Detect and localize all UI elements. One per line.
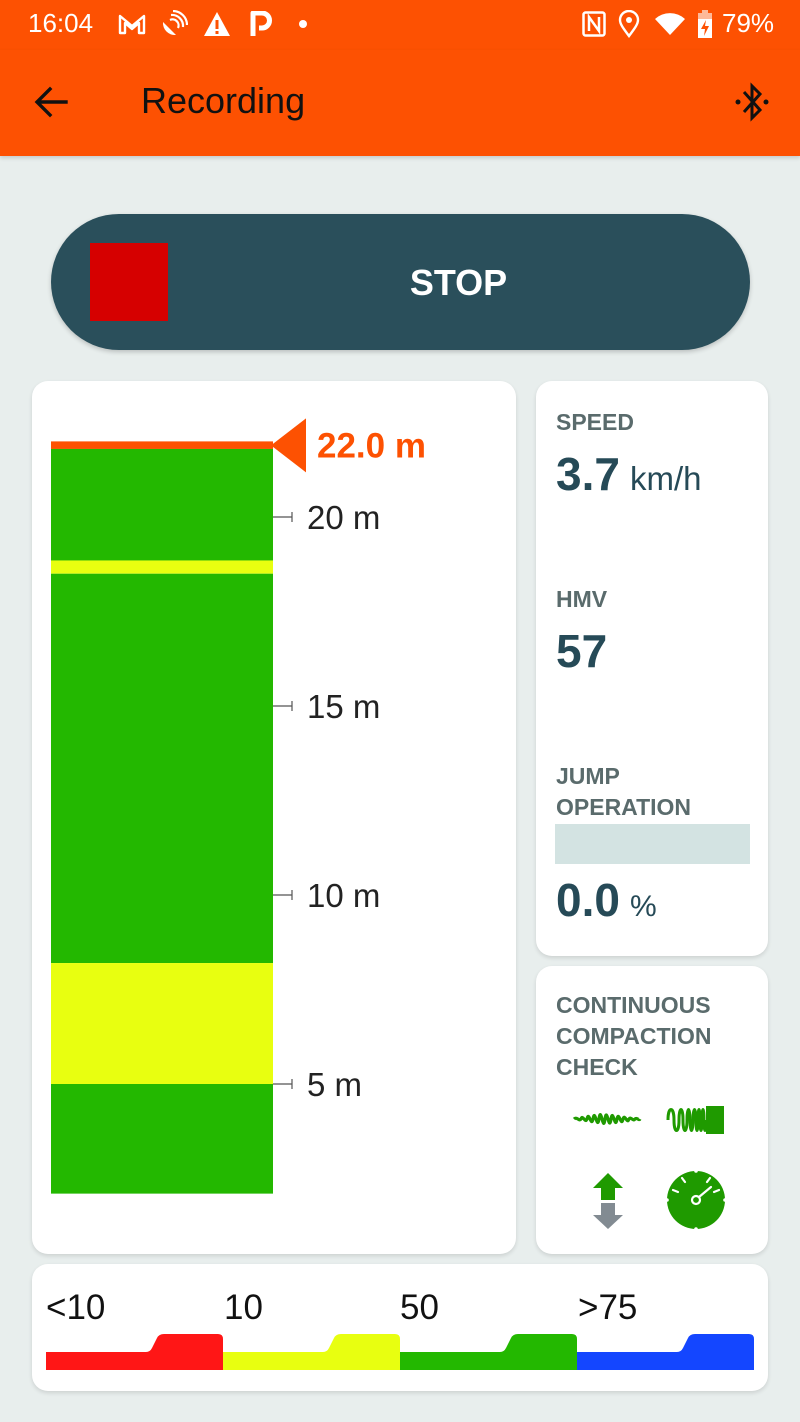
continuous-compaction-check-card: CONTINUOUS COMPACTION CHECK [536, 966, 768, 1254]
bluetooth-button[interactable] [730, 78, 774, 126]
depth-profile-card: 20 m 15 m 10 m 5 m 22.0 m [32, 381, 516, 1254]
location-icon [618, 10, 640, 38]
speed-label: SPEED [556, 409, 634, 435]
depth-tick [273, 1079, 293, 1089]
legend-swatch [223, 1334, 400, 1370]
metrics-card: SPEED 3.7 km/h HMV 57 JUMP OPERATION 0.0% [536, 381, 768, 956]
depth-segment [51, 448, 273, 561]
speed-unit: km/h [629, 460, 702, 497]
legend-label-lt10: <10 [46, 1288, 106, 1327]
jump-label-line2: OPERATION [556, 794, 692, 820]
satellite-dish-icon [160, 10, 188, 38]
bluetooth-connected-icon [735, 82, 769, 122]
depth-tick [273, 890, 293, 900]
current-depth-label: 22.0 m [317, 426, 426, 465]
page-title: Recording [141, 80, 306, 121]
depth-segment [51, 573, 273, 964]
depth-profile-chart: 20 m 15 m 10 m 5 m 22.0 m [51, 418, 426, 1194]
depth-segment [51, 963, 273, 1084]
compaction-wave-icon[interactable] [666, 1102, 728, 1138]
hmv-value: 57 [556, 625, 608, 677]
legend-swatch [46, 1334, 223, 1370]
battery-percent: 79% [722, 8, 775, 38]
jump-operation-value: 0.0% [556, 873, 657, 927]
depth-segment [51, 560, 273, 574]
depth-tick-label: 10 m [307, 877, 380, 914]
depth-segment [51, 1084, 273, 1194]
current-depth-marker [271, 418, 306, 473]
speed-value: 3.7 km/h [556, 447, 701, 501]
arrow-left-icon [34, 86, 68, 118]
legend-label-50: 50 [400, 1288, 439, 1327]
legend-color-scale [46, 1334, 754, 1370]
hmv-label: HMV [556, 586, 608, 612]
depth-tick-label: 20 m [307, 499, 380, 536]
depth-tick [273, 701, 293, 711]
gauge-icon[interactable] [664, 1168, 728, 1232]
ccc-label-line1: CONTINUOUS [556, 992, 711, 1018]
stop-button-label: STOP [409, 262, 508, 303]
back-button[interactable] [30, 82, 74, 122]
legend-label-10: 10 [224, 1288, 263, 1327]
jump-operation-progress [555, 824, 750, 864]
current-depth-line [51, 441, 273, 449]
nfc-icon [582, 10, 606, 38]
app-bar: Recording [0, 50, 800, 156]
ccc-label-line2: COMPACTION [556, 1023, 712, 1049]
legend-card: <10 10 50 >75 [32, 1264, 768, 1391]
ccc-label: CONTINUOUS COMPACTION CHECK [556, 990, 711, 1083]
vibration-wave-icon[interactable] [572, 1102, 642, 1136]
status-bar: 16:04 79% [0, 0, 800, 50]
jump-number: 0.0 [556, 874, 620, 926]
up-down-arrow-icon[interactable] [590, 1172, 626, 1230]
jump-label-line1: JUMP [556, 763, 620, 789]
gmail-icon [118, 10, 146, 38]
stop-button[interactable]: STOP [51, 214, 750, 350]
speed-number: 3.7 [556, 448, 620, 500]
jump-operation-label: JUMP OPERATION [556, 761, 691, 823]
depth-tick-label: 15 m [307, 688, 380, 725]
legend-label-gt75: >75 [578, 1288, 638, 1327]
depth-tick-label: 5 m [307, 1066, 362, 1103]
wifi-icon [654, 10, 686, 38]
warning-icon [203, 10, 231, 38]
parking-icon [250, 10, 272, 38]
legend-swatch [577, 1334, 754, 1370]
legend-swatch [400, 1334, 577, 1370]
notification-dot-icon [298, 10, 308, 38]
status-time: 16:04 [28, 8, 94, 38]
ccc-label-line3: CHECK [556, 1054, 638, 1080]
jump-unit: % [629, 890, 657, 923]
depth-tick [273, 512, 293, 522]
battery-charging-icon [696, 10, 714, 38]
